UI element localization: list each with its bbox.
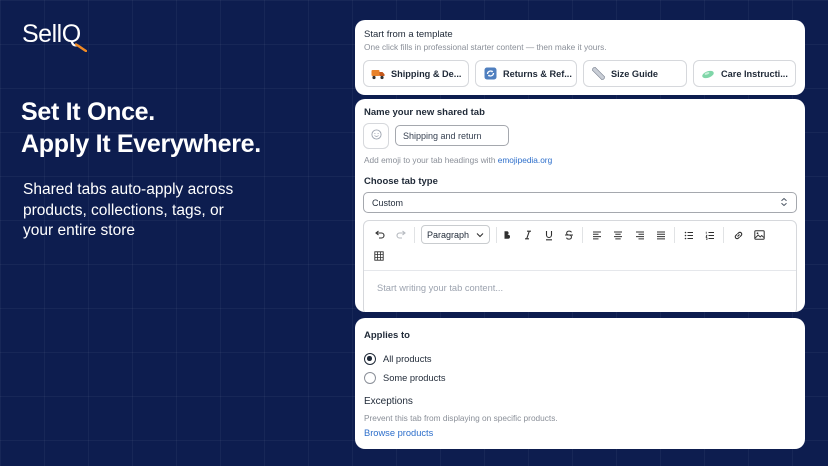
italic-icon[interactable] [520,227,536,243]
editor-toolbar: Paragraph [364,221,796,271]
logo-text: SellQ [22,20,87,52]
emojipedia-link[interactable]: emojipedia.org [498,155,552,165]
toolbar-divider [674,227,675,243]
chevron-down-icon [476,230,484,240]
template-size-guide-button[interactable]: Size Guide [583,60,687,87]
tab-name-label: Name your new shared tab [364,107,485,118]
radio-all-products-label: All products [383,354,432,364]
link-icon[interactable] [730,227,746,243]
numbered-list-icon[interactable] [702,227,718,243]
paragraph-value: Paragraph [427,229,470,240]
align-justify-icon[interactable] [653,227,669,243]
rich-text-editor: Paragraph Start writing your tab content… [363,220,797,312]
toolbar-divider [414,227,415,243]
emoji-picker-button[interactable] [363,123,389,149]
logo-q-letter: Q [62,20,87,52]
template-shipping-button[interactable]: Shipping & De... [363,60,469,87]
hero-headline: Set It Once. Apply It Everywhere. [21,96,341,160]
toolbar-divider [582,227,583,243]
headline-line-1: Set It Once. [21,98,155,126]
template-subtitle: One click fills in professional starter … [364,42,607,52]
sellq-logo: SellQ [22,20,87,52]
paragraph-select[interactable]: Paragraph [421,225,490,244]
image-icon[interactable] [751,227,767,243]
align-left-icon[interactable] [589,227,605,243]
radio-some-products-label: Some products [383,373,446,383]
template-returns-label: Returns & Ref... [503,68,572,79]
tab-name-input[interactable]: Shipping and return [395,125,509,146]
template-returns-button[interactable]: Returns & Ref... [475,60,577,87]
bullet-list-icon[interactable] [681,227,697,243]
headline-line-2: Apply It Everywhere. [21,130,261,158]
strikethrough-icon[interactable] [561,227,577,243]
template-care-label: Care Instructi... [721,68,788,79]
smiley-icon [370,127,382,145]
radio-unselected-icon[interactable] [364,372,376,384]
return-arrows-icon [483,67,497,81]
template-shipping-label: Shipping & De... [391,68,462,79]
underline-icon[interactable] [541,227,557,243]
emoji-helper-text: Add emoji to your tab headings with [364,155,496,165]
tab-type-label: Choose tab type [364,176,438,187]
table-icon[interactable] [371,248,387,264]
hero-subcopy: Shared tabs auto-apply across products, … [23,180,243,242]
applies-to-card: Applies to All products Some products Ex… [355,318,805,449]
soap-icon [701,67,715,81]
redo-icon[interactable] [393,227,409,243]
subcopy-line-1: Shared tabs auto-apply across [23,181,234,198]
editor-content-area[interactable]: Start writing your tab content... [377,283,503,293]
exceptions-title: Exceptions [364,396,413,407]
logo-swoosh-icon [74,43,87,52]
toolbar-divider [723,227,724,243]
radio-selected-icon[interactable] [364,353,376,365]
ruler-icon [591,67,605,81]
tab-form-card: Name your new shared tab Shipping and re… [355,99,805,312]
template-size-guide-label: Size Guide [611,68,658,79]
toolbar-divider [496,227,497,243]
emoji-helper: Add emoji to your tab headings with emoj… [364,155,552,165]
tab-type-value: Custom [372,197,404,208]
template-care-button[interactable]: Care Instructi... [693,60,796,87]
align-center-icon[interactable] [610,227,626,243]
undo-icon[interactable] [371,227,387,243]
truck-icon [371,67,385,81]
template-title: Start from a template [364,29,453,40]
align-right-icon[interactable] [632,227,648,243]
tab-type-select[interactable]: Custom [363,192,797,213]
radio-some-products[interactable]: Some products [364,372,446,384]
select-chevrons-icon [780,197,788,209]
subcopy-line-2: products, collections, tags, or [23,201,224,219]
radio-all-products[interactable]: All products [364,353,432,365]
exceptions-subtitle: Prevent this tab from displaying on spec… [364,413,558,423]
browse-products-link[interactable]: Browse products [364,428,433,438]
bold-icon[interactable] [499,227,515,243]
applies-title: Applies to [364,330,410,341]
template-buttons: Shipping & De... Returns & Ref... Size G… [363,60,796,87]
subcopy-line-3: your entire store [23,222,135,239]
template-card: Start from a template One click fills in… [355,20,805,95]
